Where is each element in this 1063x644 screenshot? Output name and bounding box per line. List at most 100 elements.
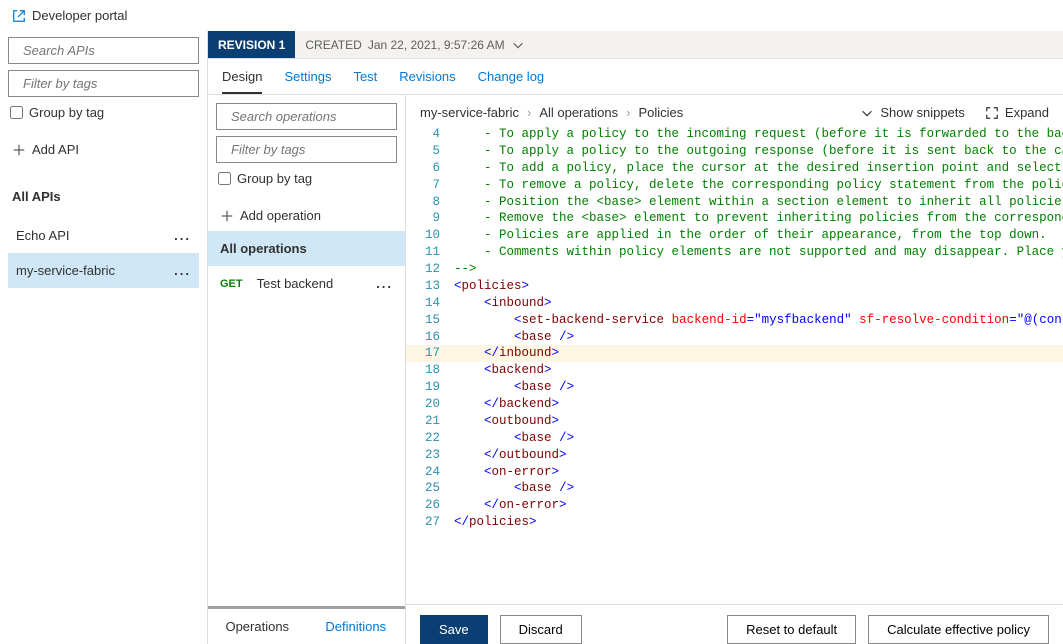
code-line[interactable]: 25 <base />: [406, 480, 1063, 497]
tab-design[interactable]: Design: [222, 61, 262, 94]
operations-panel: Group by tag Add operation All operation…: [208, 95, 406, 644]
line-number: 18: [406, 362, 450, 379]
line-number: 10: [406, 227, 450, 244]
external-link-icon: [12, 9, 26, 23]
code-line[interactable]: 16 <base />: [406, 329, 1063, 346]
filter-apis-box[interactable]: [8, 70, 199, 97]
api-tabs: Design Settings Test Revisions Change lo…: [208, 59, 1063, 95]
code-content: - Policies are applied in the order of t…: [450, 227, 1063, 244]
tab-revisions[interactable]: Revisions: [399, 61, 455, 92]
line-number: 27: [406, 514, 450, 531]
tab-settings[interactable]: Settings: [284, 61, 331, 92]
search-operations-box[interactable]: [216, 103, 397, 130]
revision-created[interactable]: CREATED Jan 22, 2021, 9:57:26 AM: [295, 38, 534, 52]
show-snippets-label: Show snippets: [880, 105, 965, 120]
show-snippets-button[interactable]: Show snippets: [860, 105, 965, 120]
filter-operations-box[interactable]: [216, 136, 397, 163]
more-icon[interactable]: ...: [174, 263, 191, 278]
operation-item[interactable]: GETTest backend...: [208, 266, 405, 301]
developer-portal-link[interactable]: Developer portal: [0, 0, 1063, 31]
line-number: 15: [406, 312, 450, 329]
code-line[interactable]: 6 - To add a policy, place the cursor at…: [406, 160, 1063, 177]
code-content: <base />: [450, 430, 1063, 447]
crumb-current: Policies: [638, 105, 683, 120]
developer-portal-label: Developer portal: [32, 8, 127, 23]
code-content: <policies>: [450, 278, 1063, 295]
code-content: - Comments within policy elements are no…: [450, 244, 1063, 261]
line-number: 7: [406, 177, 450, 194]
code-line[interactable]: 5 - To apply a policy to the outgoing re…: [406, 143, 1063, 160]
revision-bar: REVISION 1 CREATED Jan 22, 2021, 9:57:26…: [208, 31, 1063, 59]
code-line[interactable]: 21 <outbound>: [406, 413, 1063, 430]
policy-code-editor[interactable]: 4 - To apply a policy to the incoming re…: [406, 126, 1063, 604]
line-number: 21: [406, 413, 450, 430]
code-line[interactable]: 23 </outbound>: [406, 447, 1063, 464]
code-content: <base />: [450, 379, 1063, 396]
group-by-tag-checkbox[interactable]: [10, 106, 23, 119]
line-number: 17: [406, 345, 450, 362]
ops-tab-definitions[interactable]: Definitions: [307, 609, 406, 644]
chevron-down-icon: [860, 106, 874, 120]
search-operations-input[interactable]: [229, 108, 411, 125]
code-line[interactable]: 9 - Remove the <base> element to prevent…: [406, 210, 1063, 227]
ops-group-by-tag-checkbox[interactable]: [218, 172, 231, 185]
add-operation-button[interactable]: Add operation: [216, 200, 397, 231]
filter-apis-input[interactable]: [21, 75, 203, 92]
code-line[interactable]: 14 <inbound>: [406, 295, 1063, 312]
ops-tab-operations[interactable]: Operations: [208, 609, 307, 644]
code-line[interactable]: 22 <base />: [406, 430, 1063, 447]
tab-change-log[interactable]: Change log: [478, 61, 545, 92]
ops-bottom-tabs: Operations Definitions: [208, 606, 405, 644]
code-line[interactable]: 20 </backend>: [406, 396, 1063, 413]
all-operations-item[interactable]: All operations: [208, 231, 405, 266]
code-line[interactable]: 12-->: [406, 261, 1063, 278]
code-line[interactable]: 24 <on-error>: [406, 464, 1063, 481]
crumb-api[interactable]: my-service-fabric: [420, 105, 519, 120]
code-line[interactable]: 8 - Position the <base> element within a…: [406, 194, 1063, 211]
ops-group-by-tag-row[interactable]: Group by tag: [216, 169, 397, 194]
code-content: <backend>: [450, 362, 1063, 379]
code-line[interactable]: 19 <base />: [406, 379, 1063, 396]
crumb-scope[interactable]: All operations: [539, 105, 618, 120]
code-line[interactable]: 11 - Comments within policy elements are…: [406, 244, 1063, 261]
api-sidebar: Group by tag Add API All APIs Echo API..…: [0, 31, 208, 644]
line-number: 4: [406, 126, 450, 143]
code-line[interactable]: 18 <backend>: [406, 362, 1063, 379]
code-line[interactable]: 13<policies>: [406, 278, 1063, 295]
api-list: Echo API...my-service-fabric...: [8, 218, 199, 288]
expand-button[interactable]: Expand: [985, 105, 1049, 120]
search-apis-box[interactable]: [8, 37, 199, 64]
add-api-button[interactable]: Add API: [8, 134, 199, 165]
revision-created-label: CREATED: [305, 38, 361, 52]
save-button[interactable]: Save: [420, 615, 488, 644]
code-content: - To add a policy, place the cursor at t…: [450, 160, 1063, 177]
discard-button[interactable]: Discard: [500, 615, 582, 644]
code-line[interactable]: 26 </on-error>: [406, 497, 1063, 514]
revision-badge: REVISION 1: [208, 31, 295, 58]
code-line[interactable]: 15 <set-backend-service backend-id="mysf…: [406, 312, 1063, 329]
calculate-effective-policy-button[interactable]: Calculate effective policy: [868, 615, 1049, 644]
policy-editor-panel: my-service-fabric › All operations › Pol…: [406, 95, 1063, 644]
search-apis-input[interactable]: [21, 42, 203, 59]
filter-operations-input[interactable]: [229, 141, 411, 158]
code-line[interactable]: 27</policies>: [406, 514, 1063, 531]
line-number: 8: [406, 194, 450, 211]
code-line[interactable]: 17 </inbound>: [406, 345, 1063, 362]
line-number: 16: [406, 329, 450, 346]
sidebar-api-item[interactable]: Echo API...: [8, 218, 199, 253]
reset-to-default-button[interactable]: Reset to default: [727, 615, 856, 644]
code-line[interactable]: 7 - To remove a policy, delete the corre…: [406, 177, 1063, 194]
more-icon[interactable]: ...: [174, 228, 191, 243]
add-operation-label: Add operation: [240, 208, 321, 223]
sidebar-api-item[interactable]: my-service-fabric...: [8, 253, 199, 288]
more-icon[interactable]: ...: [376, 276, 393, 291]
api-item-label: Echo API: [16, 228, 69, 243]
code-content: <inbound>: [450, 295, 1063, 312]
code-content: </backend>: [450, 396, 1063, 413]
group-by-tag-row[interactable]: Group by tag: [8, 103, 199, 128]
all-apis-heading: All APIs: [8, 171, 199, 212]
tab-test[interactable]: Test: [353, 61, 377, 92]
code-line[interactable]: 4 - To apply a policy to the incoming re…: [406, 126, 1063, 143]
line-number: 23: [406, 447, 450, 464]
code-line[interactable]: 10 - Policies are applied in the order o…: [406, 227, 1063, 244]
